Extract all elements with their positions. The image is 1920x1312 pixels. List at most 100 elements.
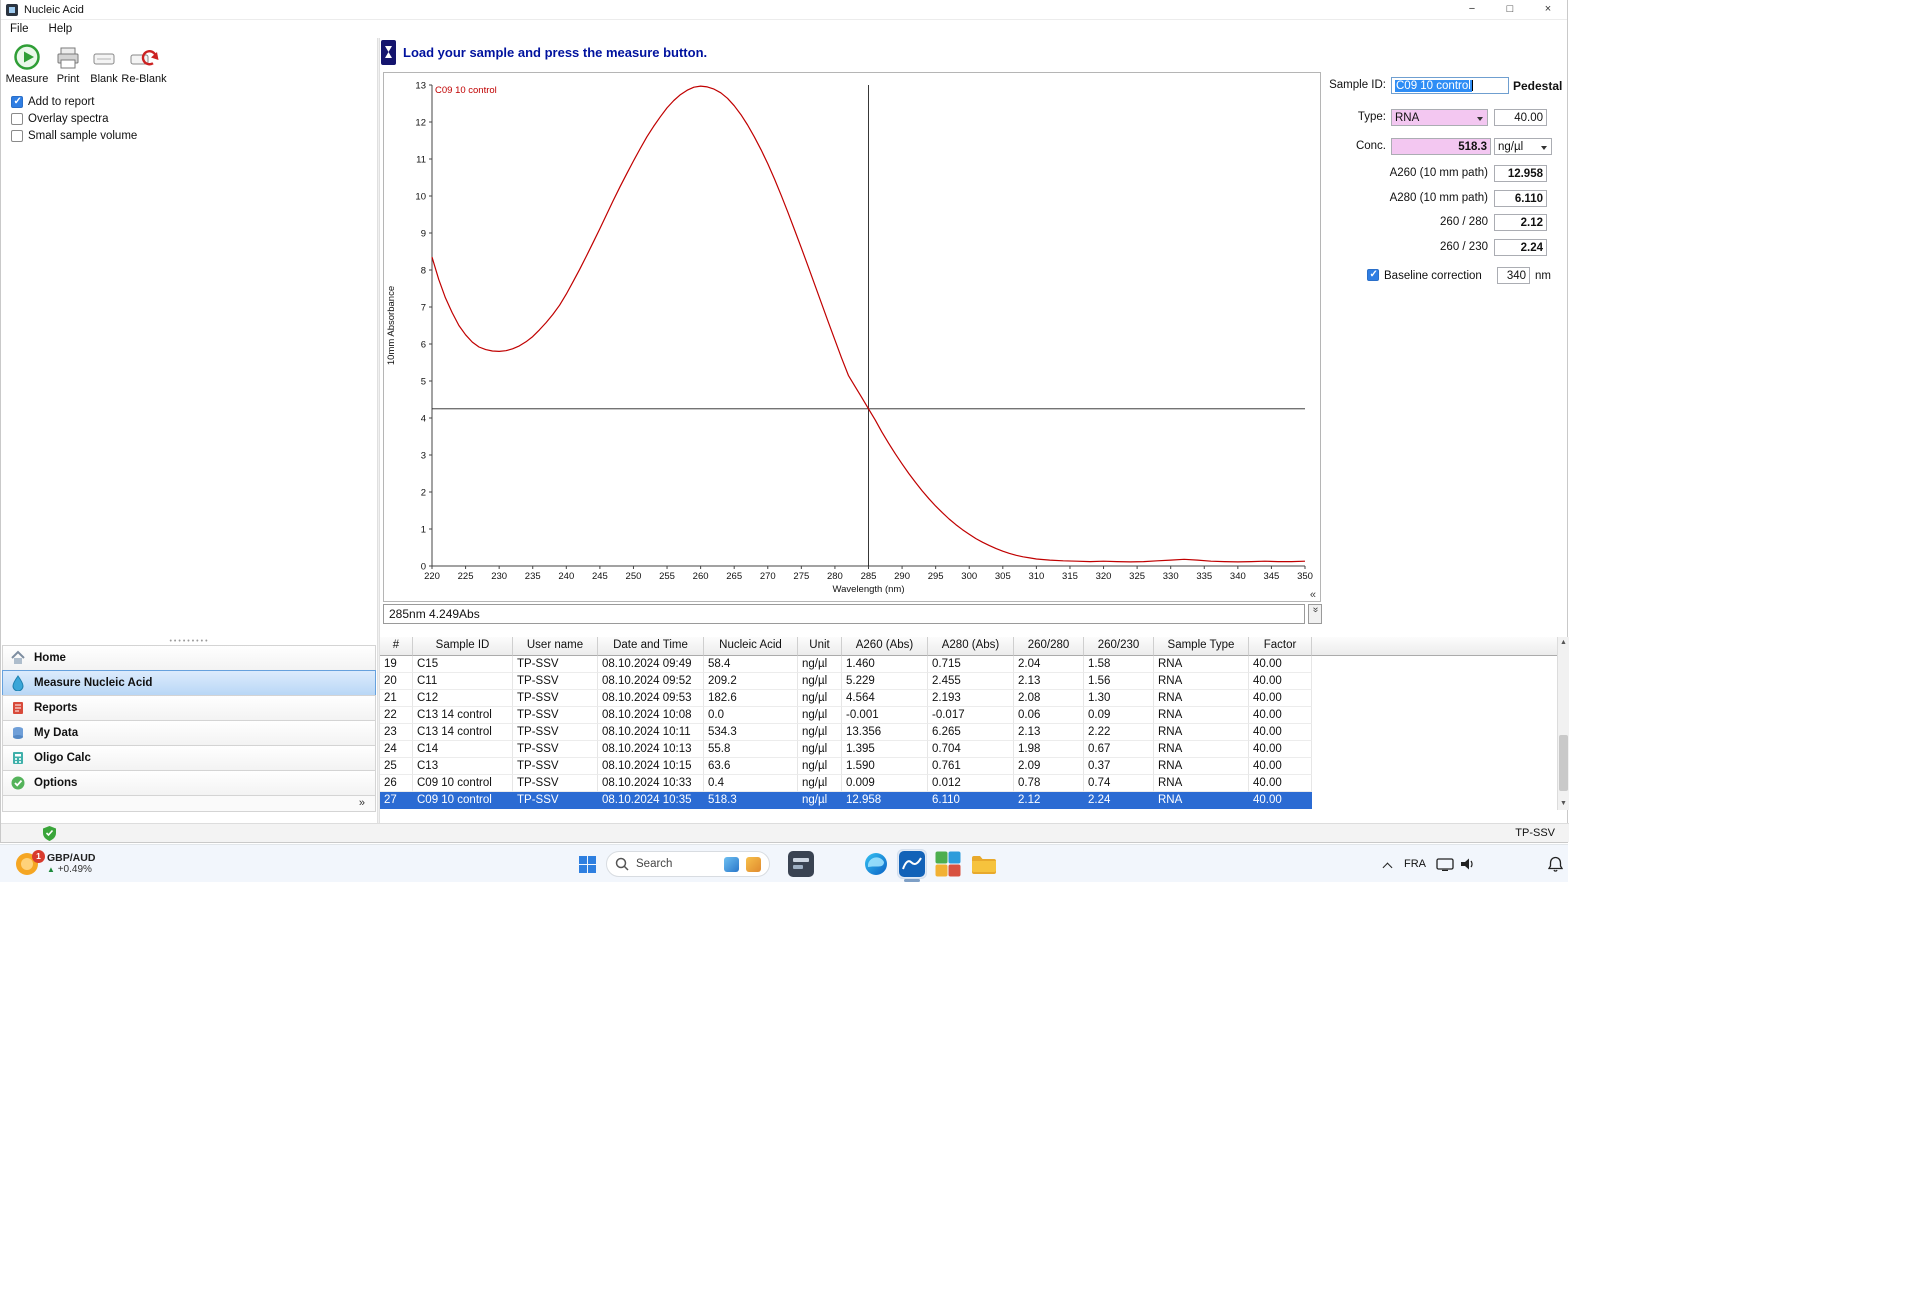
sidebar-item-reports[interactable]: Reports [2, 695, 376, 721]
menu-file[interactable]: File [1, 23, 38, 35]
table-header-cell[interactable]: A280 (Abs) [928, 637, 1014, 656]
table-cell: 6.110 [928, 792, 1014, 809]
taskbar-search[interactable]: Search [606, 851, 770, 877]
sidebar-item-measure-nucleic-acid[interactable]: Measure Nucleic Acid [2, 670, 376, 696]
sidebar-item-my-data[interactable]: My Data [2, 720, 376, 746]
table-cell: 0.0 [704, 707, 798, 724]
menu-help[interactable]: Help [40, 23, 82, 35]
app-button-2[interactable] [933, 849, 963, 879]
table-header-cell[interactable]: Unit [798, 637, 842, 656]
taskbar-widget[interactable]: 1 GBP/AUD ▲ +0.49% [8, 849, 101, 879]
table-cell: ng/µl [798, 758, 842, 775]
table-row[interactable]: 23 C13 14 control TP-SSV 08.10.2024 10:11 53… [380, 724, 1312, 741]
table-cell: 27 [380, 792, 413, 809]
checkbox-small-sample-volume[interactable]: Small sample volume [11, 130, 137, 142]
table-row[interactable]: 22 C13 14 control TP-SSV 08.10.2024 10:08 0.… [380, 707, 1312, 724]
svg-text:260: 260 [693, 571, 709, 582]
home-icon [11, 650, 25, 664]
svg-text:310: 310 [1028, 571, 1044, 582]
table-header-cell[interactable]: # [380, 637, 413, 656]
sidebar-item-oligo-calc[interactable]: Oligo Calc [2, 745, 376, 771]
language-indicator[interactable]: FRA [1404, 857, 1426, 871]
window-title: Nucleic Acid [24, 3, 84, 16]
svg-text:245: 245 [592, 571, 608, 582]
type-dropdown[interactable]: RNA [1391, 109, 1488, 126]
table-row[interactable]: 26 C09 10 control TP-SSV 08.10.2024 10:33 0.… [380, 775, 1312, 792]
table-cell: 08.10.2024 09:52 [598, 673, 704, 690]
svg-text:9: 9 [421, 229, 426, 240]
scroll-up-button[interactable]: ▲ [1558, 637, 1569, 649]
scroll-down-button[interactable]: ▼ [1558, 798, 1569, 810]
table-header-cell[interactable]: Factor [1249, 637, 1312, 656]
table-scrollbar[interactable]: ▲ ▼ [1557, 637, 1569, 810]
table-cell: 0.704 [928, 741, 1014, 758]
sidebar-item-options[interactable]: Options [2, 770, 376, 796]
reblank-button[interactable]: Re-Blank [121, 41, 167, 85]
table-cell: TP-SSV [513, 707, 598, 724]
print-button[interactable]: Print [51, 41, 85, 85]
readout-expand-button[interactable]: » [1308, 604, 1322, 624]
checkbox-overlay-spectra[interactable]: Overlay spectra [11, 113, 109, 125]
svg-text:11: 11 [416, 155, 426, 166]
hourglass-icon [381, 40, 396, 65]
taskbar: 1 GBP/AUD ▲ +0.49% Search FRA 10:36 08. [0, 844, 1568, 882]
table-cell: 26 [380, 775, 413, 792]
print-icon [51, 41, 85, 71]
table-row[interactable]: 19 C15 TP-SSV 08.10.2024 09:49 58.4 ng/µl 1.46… [380, 656, 1312, 673]
table-header-cell[interactable]: 260/230 [1084, 637, 1154, 656]
task-app-button[interactable] [786, 849, 816, 879]
tray-chevron-up-icon[interactable] [1382, 862, 1393, 873]
sidebar-item-label: My Data [34, 727, 79, 739]
checkbox-add-to-report[interactable]: Add to report [11, 96, 94, 108]
blank-button[interactable]: Blank [87, 41, 121, 85]
table-row[interactable]: 21 C12 TP-SSV 08.10.2024 09:53 182.6 ng/µl 4.5… [380, 690, 1312, 707]
maximize-button[interactable]: □ [1491, 0, 1529, 20]
svg-text:350: 350 [1297, 571, 1313, 582]
factor-field[interactable]: 40.00 [1494, 109, 1547, 126]
table-cell: 08.10.2024 10:08 [598, 707, 704, 724]
table-cell: 0.09 [1084, 707, 1154, 724]
table-row[interactable]: 27 C09 10 control TP-SSV 08.10.2024 10:35 51… [380, 792, 1312, 809]
start-button[interactable] [572, 849, 602, 879]
svg-text:330: 330 [1163, 571, 1179, 582]
table-cell: C14 [413, 741, 513, 758]
baseline-wavelength-field[interactable]: 340 [1497, 267, 1530, 284]
table-row[interactable]: 25 C13 TP-SSV 08.10.2024 10:15 63.6 ng/µl 1.59… [380, 758, 1312, 775]
table-cell: 08.10.2024 10:35 [598, 792, 704, 809]
table-row[interactable]: 20 C11 TP-SSV 08.10.2024 09:52 209.2 ng/µl 5.2… [380, 673, 1312, 690]
notification-bell-icon[interactable] [1547, 856, 1564, 877]
nav-expand-button[interactable]: » [2, 795, 376, 812]
svg-text:10: 10 [415, 192, 426, 203]
speaker-icon[interactable] [1460, 857, 1476, 876]
chart-collapse-button[interactable]: « [1310, 589, 1316, 601]
sidebar-item-home[interactable]: Home [2, 645, 376, 671]
table-header-cell[interactable]: 260/280 [1014, 637, 1084, 656]
minimize-button[interactable]: − [1453, 0, 1491, 20]
table-cell: 1.30 [1084, 690, 1154, 707]
scroll-thumb[interactable] [1559, 735, 1568, 791]
sample-id-input[interactable]: C09 10 control [1391, 77, 1509, 94]
table-cell: ng/µl [798, 724, 842, 741]
table-header-cell[interactable]: Sample Type [1154, 637, 1249, 656]
unit-dropdown[interactable]: ng/µl [1494, 138, 1552, 155]
spectrum-plot[interactable]: 220 225 230 235 240 245 250 255 260 265 270 275 280 2… [384, 73, 1320, 601]
network-cast-icon[interactable] [1436, 858, 1454, 876]
table-header-cell[interactable]: Date and Time [598, 637, 704, 656]
nucleic-acid-app-button[interactable] [897, 849, 927, 879]
edge-browser-button[interactable] [861, 849, 891, 879]
close-button[interactable]: × [1529, 0, 1567, 20]
table-header-cell[interactable]: Sample ID [413, 637, 513, 656]
svg-text:345: 345 [1263, 571, 1279, 582]
widget-title: GBP/AUD [47, 852, 96, 864]
measure-button[interactable]: Measure [5, 41, 49, 85]
database-icon [13, 727, 23, 739]
file-explorer-button[interactable] [969, 849, 999, 879]
table-cell: 1.395 [842, 741, 928, 758]
table-header-cell[interactable]: A260 (Abs) [842, 637, 928, 656]
sidebar-item-label: Measure Nucleic Acid [34, 677, 153, 689]
table-header-cell[interactable]: Nucleic Acid [704, 637, 798, 656]
baseline-correction-checkbox[interactable] [1367, 269, 1379, 281]
table-header-cell[interactable]: User name [513, 637, 598, 656]
svg-text:230: 230 [491, 571, 507, 582]
table-row[interactable]: 24 C14 TP-SSV 08.10.2024 10:13 55.8 ng/µl 1.39… [380, 741, 1312, 758]
